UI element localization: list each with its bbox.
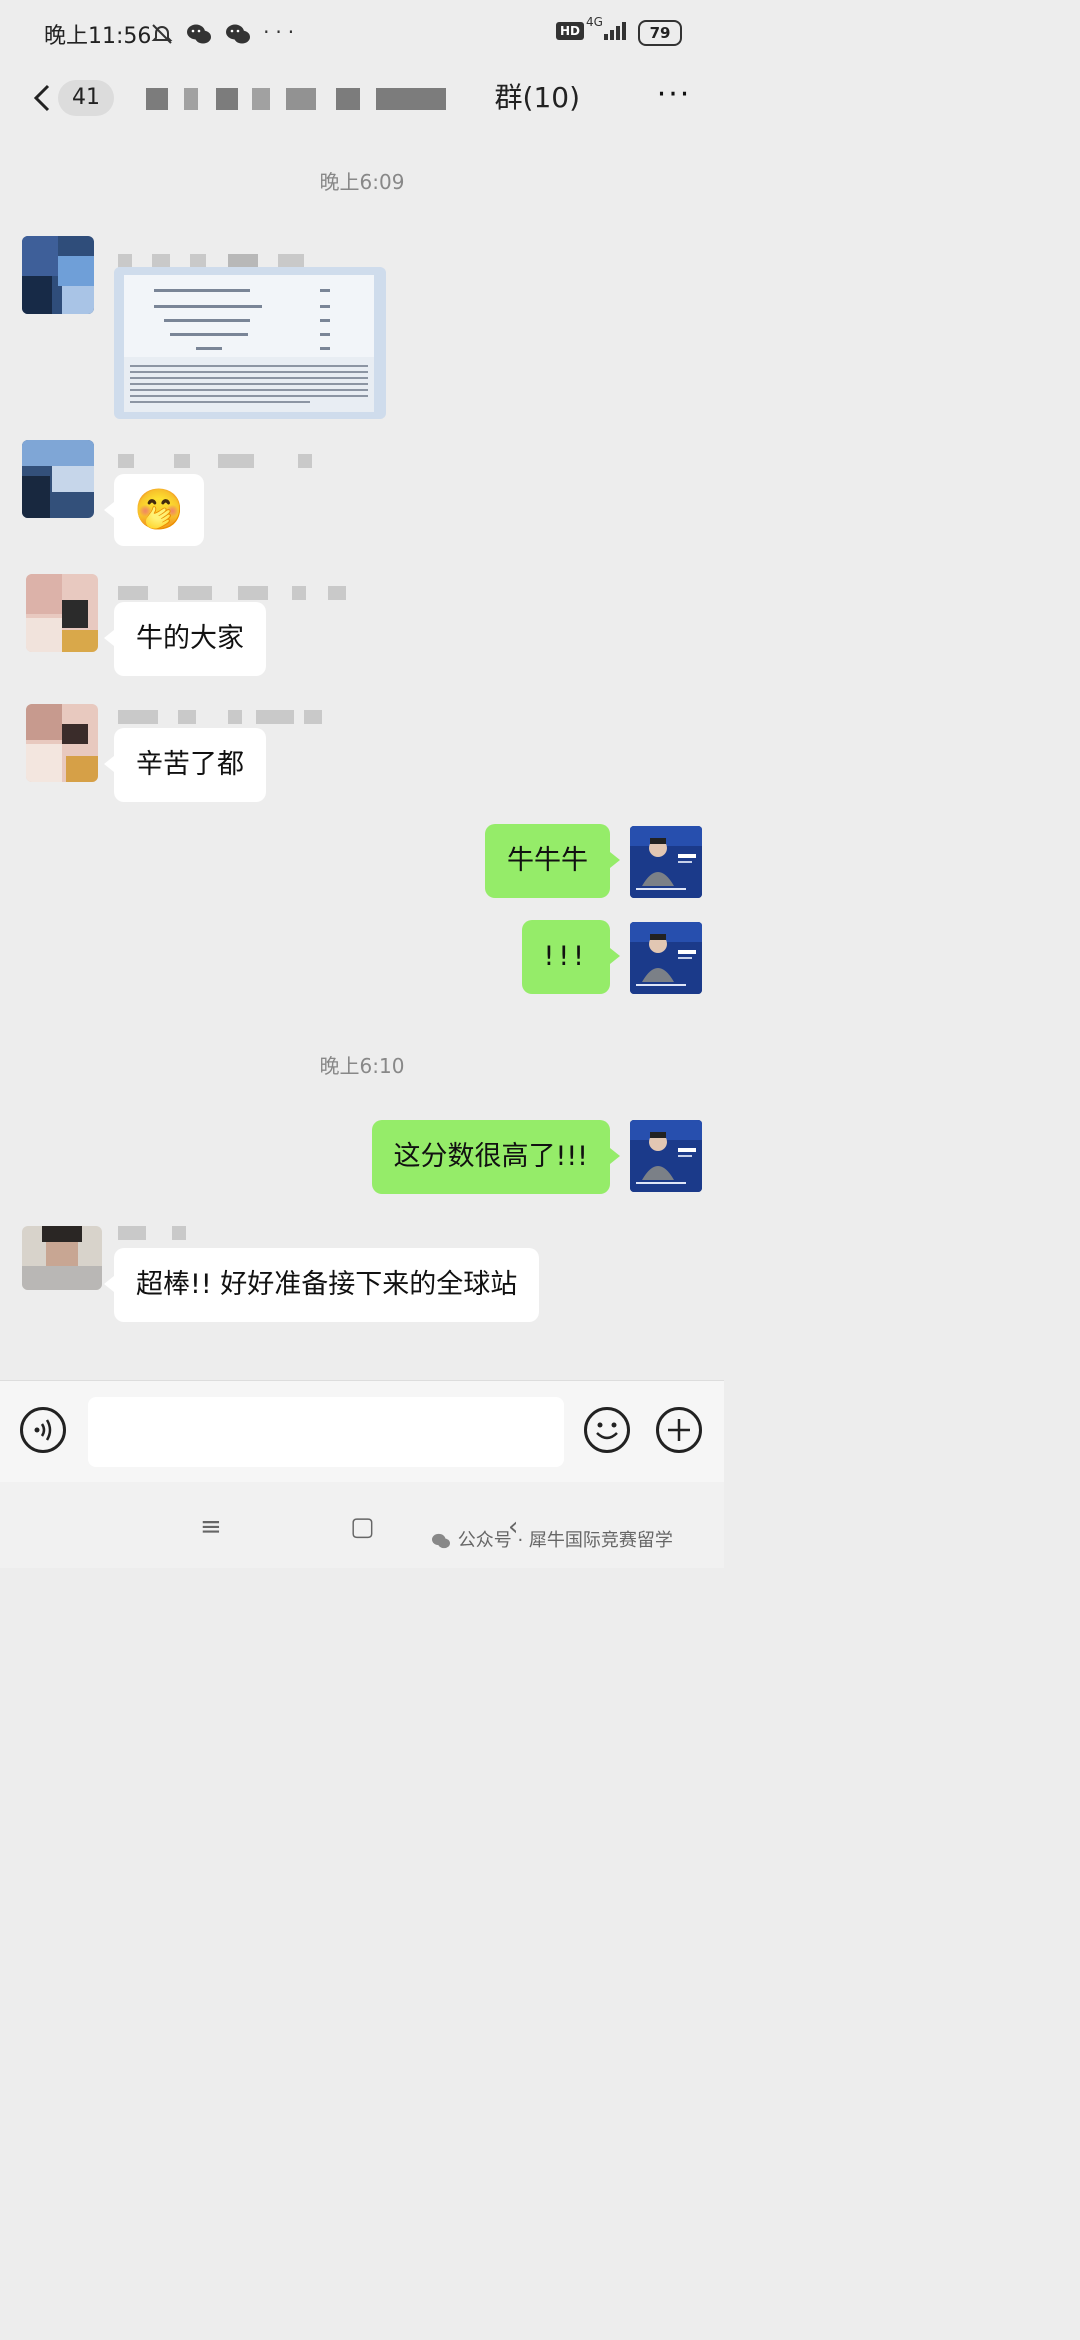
- more-options-button[interactable]: ···: [652, 80, 696, 116]
- unread-count-badge[interactable]: 41: [58, 80, 114, 116]
- blurred-sender-name: [118, 454, 312, 468]
- blurred-sender-name: [118, 254, 308, 268]
- avatar[interactable]: [22, 440, 94, 518]
- blurred-title: [216, 88, 238, 110]
- message-text: 辛苦了都: [136, 749, 244, 780]
- battery-indicator: 79: [638, 20, 682, 46]
- mute-bell-icon: [151, 23, 173, 44]
- watermark: 公众号 · 犀牛国际竞赛留学: [430, 1526, 673, 1552]
- blurred-sender-name: [118, 710, 328, 724]
- message-text: 牛的大家: [136, 623, 244, 654]
- text-message-bubble[interactable]: 牛的大家: [104, 602, 266, 676]
- status-bar: 晚上11:56 ··· HD 4G 79: [0, 0, 724, 66]
- score-table-photo: [114, 267, 386, 419]
- network-type: 4G: [586, 15, 603, 29]
- avatar[interactable]: [26, 574, 98, 652]
- voice-icon: [34, 1419, 52, 1441]
- status-time: 晚上11:56: [44, 24, 152, 49]
- avatar[interactable]: [26, 704, 98, 782]
- voice-input-button[interactable]: [20, 1407, 66, 1453]
- image-message[interactable]: [114, 267, 386, 419]
- blurred-title: [252, 88, 270, 110]
- profile-card-image: [630, 922, 702, 994]
- blurred-title: [376, 88, 446, 110]
- watermark-text: 公众号 · 犀牛国际竞赛留学: [457, 1530, 673, 1551]
- plus-icon: [668, 1419, 690, 1441]
- back-arrow-icon[interactable]: [26, 80, 62, 116]
- text-message-bubble[interactable]: 这分数很高了!!!: [371, 1120, 621, 1194]
- text-message-bubble[interactable]: 牛牛牛: [485, 824, 620, 898]
- blurred-title: [146, 88, 168, 110]
- avatar[interactable]: [630, 1120, 702, 1192]
- emoji-message-bubble[interactable]: 🤭: [104, 474, 204, 546]
- system-navigation-bar: ≡ ▢ ‹: [0, 1482, 724, 1568]
- blurred-title: [184, 88, 198, 110]
- message-text-input[interactable]: [88, 1397, 564, 1467]
- wechat-icon: [225, 24, 250, 43]
- more-notifications-icon: ···: [263, 20, 301, 44]
- profile-card-image: [630, 1120, 702, 1192]
- chat-title: 群(10): [140, 80, 580, 116]
- profile-card-image: [630, 826, 702, 898]
- emoji-button[interactable]: [584, 1407, 630, 1453]
- message-text: 这分数很高了!!!: [393, 1141, 588, 1172]
- emoji-icon: [596, 1422, 618, 1440]
- message-text: 超棒!! 好好准备接下来的全球站: [136, 1269, 518, 1300]
- home-button[interactable]: ▢: [350, 1512, 375, 1542]
- group-member-count: 群(10): [494, 81, 580, 114]
- notification-icons: ···: [150, 20, 300, 46]
- hd-badge: HD: [556, 22, 585, 40]
- text-message-bubble[interactable]: 辛苦了都: [104, 728, 266, 802]
- wechat-icon: [187, 24, 212, 43]
- menu-button[interactable]: ≡: [200, 1512, 222, 1542]
- avatar[interactable]: [22, 1226, 102, 1290]
- blurred-sender-name: [118, 1226, 198, 1240]
- blurred-sender-name: [118, 586, 348, 600]
- message-timestamp: 晚上6:10: [319, 1054, 405, 1078]
- chat-header: 41 群(10) ···: [0, 66, 724, 132]
- wechat-icon: [432, 1533, 450, 1549]
- text-message-bubble[interactable]: 超棒!! 好好准备接下来的全球站: [103, 1248, 540, 1322]
- avatar[interactable]: [22, 236, 94, 314]
- message-input-bar: [0, 1380, 724, 1483]
- cover-mouth-emoji-icon: 🤭: [134, 487, 184, 533]
- blurred-title: [286, 88, 316, 110]
- message-timestamp: 晚上6:09: [319, 170, 405, 194]
- message-text: !!!: [543, 941, 588, 972]
- avatar[interactable]: [630, 826, 702, 898]
- blurred-title: [336, 88, 360, 110]
- avatar[interactable]: [630, 922, 702, 994]
- more-functions-button[interactable]: [656, 1407, 702, 1453]
- signal-icon: [604, 22, 626, 40]
- message-text: 牛牛牛: [507, 845, 588, 876]
- text-message-bubble[interactable]: !!!: [521, 920, 621, 994]
